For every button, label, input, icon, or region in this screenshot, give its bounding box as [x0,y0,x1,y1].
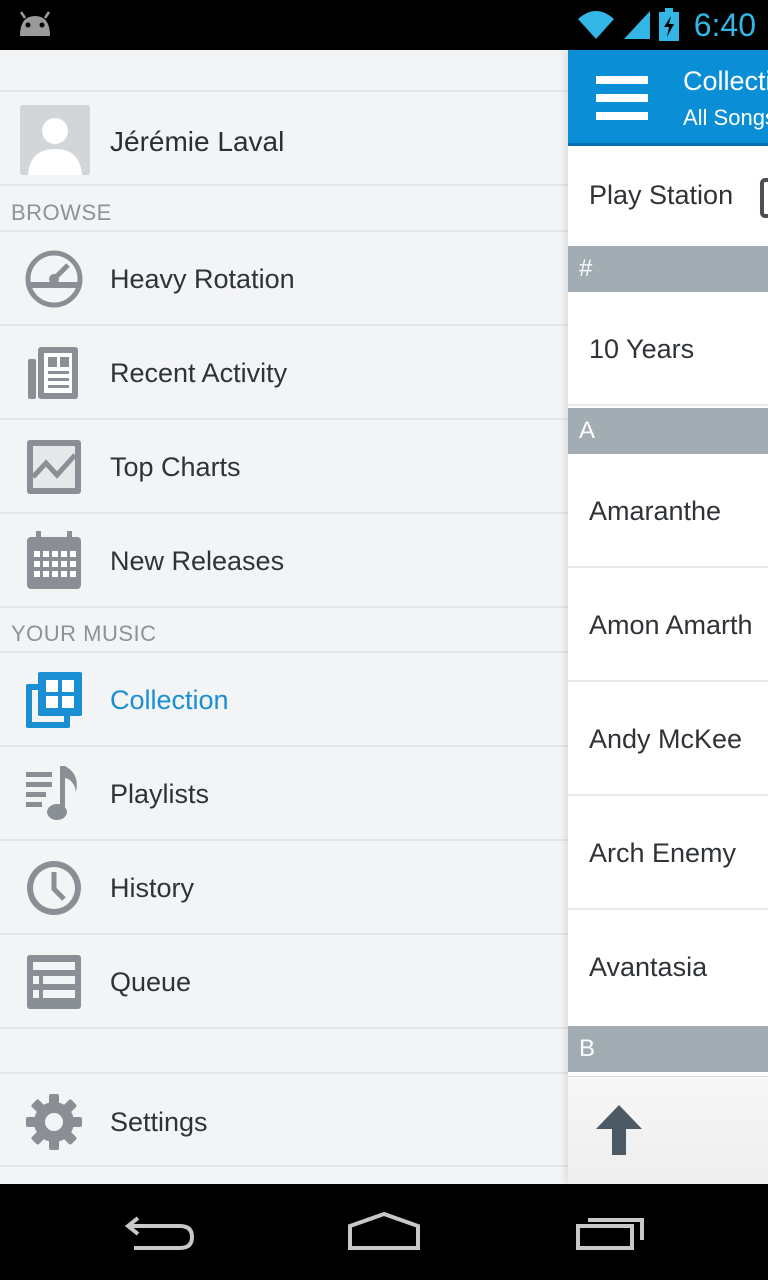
list-item[interactable]: Amaranthe [568,454,768,568]
section-letter: A [579,417,596,444]
profile-row[interactable]: Jérémie Laval [0,94,568,186]
status-bar: 6:40 [0,0,768,50]
nav-label: Heavy Rotation [110,264,295,294]
clock-icon [27,861,81,915]
chart-icon [27,440,81,494]
arrow-up-icon[interactable] [594,1103,644,1157]
collection-icon [26,672,82,728]
page-title: Collection [683,66,768,96]
artist-name: Amon Amarth [589,610,753,640]
nav-label: Collection [110,685,229,715]
list-item[interactable]: 10 Years [568,292,768,406]
nav-item-history[interactable]: History [0,841,568,933]
nav-label: History [110,873,195,903]
play-station-icon [760,178,768,218]
artist-name: Avantasia [589,952,708,982]
divider [0,1165,568,1167]
section-letter: B [579,1035,596,1062]
default-avatar-icon [20,105,90,175]
list-item[interactable]: Avantasia [568,910,768,1024]
calendar-icon [27,531,81,589]
nav-item-queue[interactable]: Queue [0,935,568,1027]
divider [0,184,568,186]
system-nav-bar [0,1184,768,1280]
queue-icon [27,955,81,1009]
avatar [20,105,90,175]
artist-name: Arch Enemy [589,838,737,868]
battery-charging-icon [658,8,679,41]
home-icon[interactable] [346,1210,422,1252]
gauge-icon [25,250,83,308]
artist-name: Andy McKee [589,724,743,754]
divider [0,606,568,608]
section-letter: # [579,255,593,282]
artist-name: Amaranthe [589,496,722,526]
hamburger-icon[interactable] [596,76,648,120]
nav-label: Settings [110,1107,208,1137]
list-item[interactable]: Andy McKee [568,682,768,796]
nav-item-recent-activity[interactable]: Recent Activity [0,326,568,418]
list-item[interactable]: Arch Enemy [568,796,768,910]
nav-item-top-charts[interactable]: Top Charts [0,420,568,512]
collection-panel: Collection All Songs Play Station # 10 Y… [568,50,768,1184]
nav-label: Queue [110,967,192,997]
section-header-b: B [568,1026,768,1072]
divider [0,1072,568,1074]
play-station-label: Play Station [589,180,734,210]
bottom-bar [568,1076,768,1184]
nav-label: Playlists [110,779,210,809]
nav-item-heavy-rotation[interactable]: Heavy Rotation [0,232,568,324]
playlist-icon [26,766,77,820]
nav-item-playlists[interactable]: Playlists [0,747,568,839]
play-station-row[interactable]: Play Station [568,146,768,246]
signal-icon [623,11,650,39]
wifi-icon [577,11,614,39]
nav-item-new-releases[interactable]: New Releases [0,514,568,606]
divider [0,90,568,92]
your-music-header: YOUR MUSIC [11,621,157,646]
nav-label: Top Charts [110,452,241,482]
back-icon[interactable] [124,1210,196,1252]
nav-label: Recent Activity [110,358,288,388]
nav-label: New Releases [110,546,285,576]
nav-item-collection[interactable]: Collection [0,653,568,745]
clock: 6:40 [693,6,756,43]
divider [0,1027,568,1029]
artist-name: 10 Years [589,334,695,364]
gear-icon [26,1094,82,1150]
android-debug-icon [19,11,51,36]
recents-icon[interactable] [574,1210,646,1252]
navigation-drawer: Jérémie Laval BROWSE Heavy Rotation Rece… [0,50,568,1184]
list-item[interactable]: Amon Amarth [568,568,768,682]
page-subtitle[interactable]: All Songs [683,105,768,131]
profile-name: Jérémie Laval [110,126,285,157]
action-bar: Collection All Songs [568,50,768,146]
nav-item-settings[interactable]: Settings [0,1075,568,1167]
section-header-a: A [568,408,768,454]
newspaper-icon [28,347,78,399]
section-header-hash: # [568,246,768,292]
browse-header: BROWSE [11,200,112,225]
